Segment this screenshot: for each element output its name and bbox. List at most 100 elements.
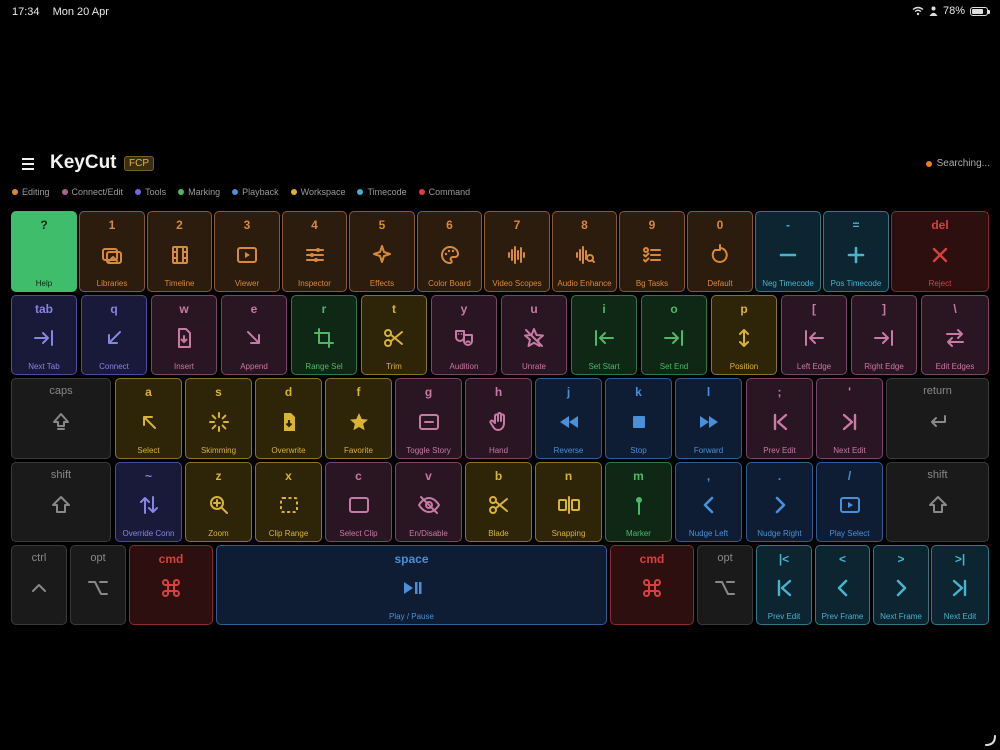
wave-icon <box>505 243 529 267</box>
playpause-icon <box>400 576 424 600</box>
key-action-label: Libraries <box>96 279 128 288</box>
key-forward[interactable]: l Forward <box>675 378 742 459</box>
key-letter: p <box>740 302 748 316</box>
key-next-edit[interactable]: ' Next Edit <box>816 378 883 459</box>
key-action-label: Select <box>137 446 160 455</box>
key-pos-timecode[interactable]: = Pos Timecode <box>823 211 889 292</box>
key-next-edit[interactable]: >| Next Edit <box>931 545 989 625</box>
film-icon <box>168 243 192 267</box>
key-en-disable[interactable]: v En/Disable <box>395 462 462 542</box>
key-letter: , <box>706 469 711 483</box>
key-zoom[interactable]: z Zoom <box>185 462 252 542</box>
key-viewer[interactable]: 3 Viewer <box>214 211 280 292</box>
key-reject[interactable]: del Reject <box>891 211 989 292</box>
key-audition[interactable]: y Audition <box>431 295 497 375</box>
key-next-tab[interactable]: tab Next Tab <box>11 295 77 375</box>
key-set-end[interactable]: o Set End <box>641 295 707 375</box>
key-cmd[interactable]: cmd <box>610 545 694 625</box>
key-action-label: Prev Edit <box>763 446 796 455</box>
key-letter: return <box>923 385 952 397</box>
key-audio-enhance[interactable]: 8 Audio Enhance <box>552 211 617 292</box>
key-stop[interactable]: k Stop <box>605 378 672 459</box>
key-unrate[interactable]: u Unrate <box>501 295 567 375</box>
key-return[interactable]: return <box>886 378 989 459</box>
key-action-label: Connect <box>99 362 129 371</box>
key-reverse[interactable]: j Reverse <box>535 378 602 459</box>
chev-left-icon <box>831 576 855 600</box>
key-letter: tab <box>35 302 53 316</box>
key-default[interactable]: 0 Default <box>687 211 753 292</box>
key-action-label: Overwrite <box>271 446 306 455</box>
key-action-label: Clip Range <box>268 529 309 538</box>
sliders-icon <box>303 243 327 267</box>
key-opt[interactable]: opt <box>697 545 753 625</box>
key-overwrite[interactable]: d Overwrite <box>255 378 322 459</box>
key-marker[interactable]: m Marker <box>605 462 672 542</box>
key-help[interactable]: ? Help <box>11 211 77 292</box>
key-snapping[interactable]: n Snapping <box>535 462 602 542</box>
key-shift[interactable]: shift <box>886 462 989 542</box>
key-skimming[interactable]: s Skimming <box>185 378 252 459</box>
key-next-frame[interactable]: > Next Frame <box>873 545 929 625</box>
key-action-label: Position <box>729 362 759 371</box>
key-toggle-story[interactable]: g Toggle Story <box>395 378 462 459</box>
key-edit-edges[interactable]: \ Edit Edges <box>921 295 989 375</box>
key-nudge-left[interactable]: , Nudge Left <box>675 462 742 542</box>
key-action-label: Range Sel <box>305 362 343 371</box>
key-play-pause[interactable]: space Play / Pause <box>216 545 607 625</box>
key-effects[interactable]: 5 Effects <box>349 211 415 292</box>
key-prev-edit[interactable]: |< Prev Edit <box>756 545 812 625</box>
key-nudge-right[interactable]: . Nudge Right <box>746 462 813 542</box>
key-override-conn[interactable]: ~ Override Conn <box>115 462 182 542</box>
key-cmd[interactable]: cmd <box>129 545 213 625</box>
key-prev-edit[interactable]: ; Prev Edit <box>746 378 813 459</box>
key-range-sel[interactable]: r Range Sel <box>291 295 357 375</box>
key-shift[interactable]: shift <box>11 462 111 542</box>
key-right-edge[interactable]: ] Right Edge <box>851 295 917 375</box>
key-letter: l <box>706 385 711 399</box>
key-set-start[interactable]: i Set Start <box>571 295 637 375</box>
key-action-label: Zoom <box>208 529 229 538</box>
key-action-label: Help <box>35 279 53 288</box>
key-action-label: Unrate <box>521 362 546 371</box>
key-action-label: Next Edit <box>833 446 866 455</box>
key-caps[interactable]: caps <box>11 378 111 459</box>
star-icon <box>347 410 371 434</box>
key-hand[interactable]: h Hand <box>465 378 532 459</box>
key-color-board[interactable]: 6 Color Board <box>417 211 482 292</box>
key-play-select[interactable]: / Play Select <box>816 462 883 542</box>
key-left-edge[interactable]: [Left Edge <box>781 295 847 375</box>
key-ctrl[interactable]: ctrl <box>11 545 67 625</box>
key-neg-timecode[interactable]: - Neg Timecode <box>755 211 821 292</box>
key-libraries[interactable]: 1 Libraries <box>79 211 145 292</box>
key-blade[interactable]: b Blade <box>465 462 532 542</box>
key-opt[interactable]: opt <box>70 545 126 625</box>
resize-handle-icon[interactable] <box>984 734 996 746</box>
key-letter: ] <box>882 302 886 316</box>
opt-icon <box>713 576 737 600</box>
x-icon <box>928 243 952 267</box>
key-bg-tasks[interactable]: 9 Bg Tasks <box>619 211 685 292</box>
prev-edit-icon <box>772 576 796 600</box>
key-action-label: Timeline <box>164 279 195 288</box>
key-select-clip[interactable]: c Select Clip <box>325 462 392 542</box>
key-favorite[interactable]: f Favorite <box>325 378 392 459</box>
key-letter: y <box>460 302 468 316</box>
key-letter: v <box>425 469 432 483</box>
reset-icon <box>708 243 732 267</box>
key-clip-range[interactable]: x Clip Range <box>255 462 322 542</box>
key-insert[interactable]: w Insert <box>151 295 217 375</box>
key-inspector[interactable]: 4 Inspector <box>282 211 347 292</box>
key-video-scopes[interactable]: 7 Video Scopes <box>484 211 550 292</box>
key-append[interactable]: e Append <box>221 295 287 375</box>
key-connect[interactable]: q Connect <box>81 295 147 375</box>
key-trim[interactable]: t Trim <box>361 295 427 375</box>
key-position[interactable]: p Position <box>711 295 777 375</box>
key-select[interactable]: a Select <box>115 378 182 459</box>
arrow-right-bar-icon <box>662 326 686 350</box>
key-prev-frame[interactable]: < Prev Frame <box>815 545 870 625</box>
opt-icon <box>86 576 110 600</box>
key-timeline[interactable]: 2 Timeline <box>147 211 212 292</box>
key-letter: f <box>356 385 361 399</box>
tasks-icon <box>640 243 664 267</box>
